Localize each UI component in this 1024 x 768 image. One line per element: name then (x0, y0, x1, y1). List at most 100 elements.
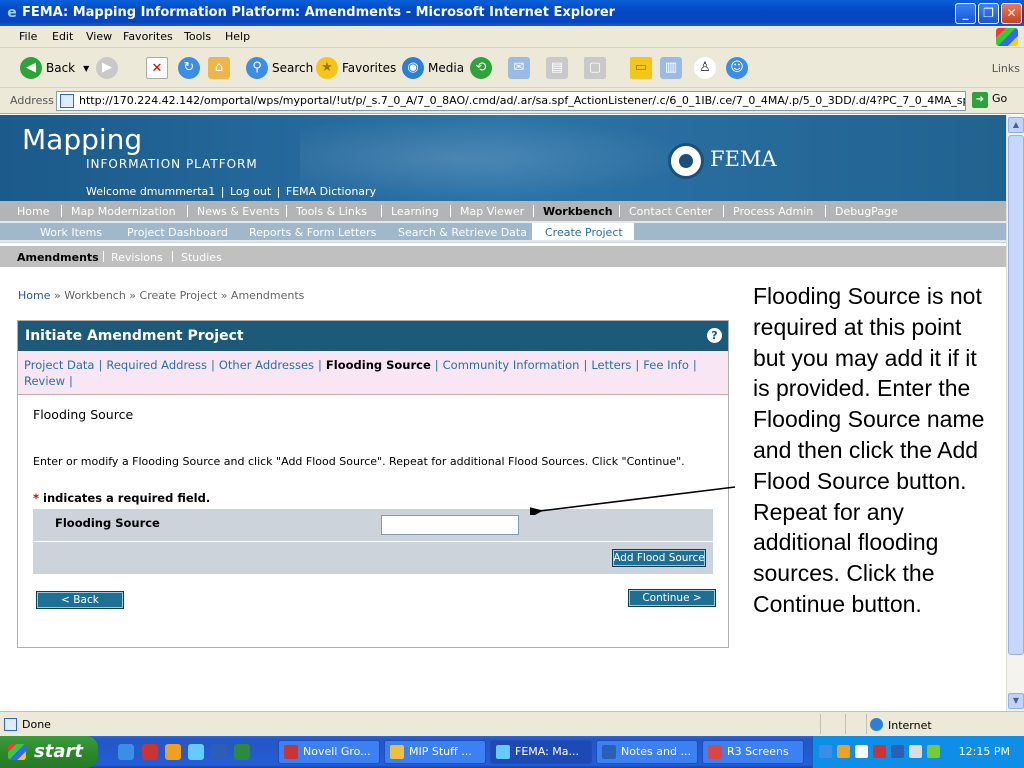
favorites-button[interactable]: ★ Favorites (316, 56, 396, 80)
subnav-work-items[interactable]: Work Items (40, 226, 102, 239)
home-button[interactable]: ⌂ (208, 56, 234, 80)
nav-workbench[interactable]: Workbench (543, 205, 613, 218)
back-button[interactable]: ◀ Back ▼ (20, 56, 89, 80)
back-button-page[interactable]: < Back (36, 591, 124, 609)
refresh-icon: ↻ (178, 57, 200, 79)
tab-studies[interactable]: Studies (181, 251, 222, 264)
close-button[interactable]: ✕ (1001, 3, 1022, 24)
nav-home[interactable]: Home (17, 205, 49, 218)
tray-volume-icon[interactable] (909, 745, 922, 758)
window-titlebar[interactable]: e FEMA: Mapping Information Platform: Am… (0, 0, 1024, 26)
task-fema-browser[interactable]: FEMA: Ma... (490, 740, 592, 764)
tray-network-icon[interactable] (891, 745, 904, 758)
quicklaunch-app-icon[interactable] (142, 744, 158, 760)
history-button[interactable]: ⟲ (470, 56, 496, 80)
quicklaunch-desktop-icon[interactable] (118, 744, 134, 760)
nav-map-viewer[interactable]: Map Viewer (460, 205, 524, 218)
instructions-text: Enter or modify a Flooding Source and cl… (33, 455, 685, 468)
edit-button[interactable]: ▢ (584, 56, 610, 80)
step-other-addresses[interactable]: Other Addresses (219, 358, 314, 372)
tray-expand-icon[interactable] (819, 745, 832, 758)
nav-tools-links[interactable]: Tools & Links (296, 205, 367, 218)
nav-debugpage[interactable]: DebugPage (835, 205, 898, 218)
browser-toolbar: ◀ Back ▼ ▶ ✕ ↻ ⌂ ⚲ Search ★ Favorites ◉ … (0, 48, 1024, 88)
quicklaunch-excel-icon[interactable] (234, 744, 250, 760)
task-mip-stuff[interactable]: MIP Stuff ... (384, 740, 486, 764)
quicklaunch-outlook-icon[interactable] (165, 744, 181, 760)
step-review[interactable]: Review (24, 374, 65, 388)
search-icon: ⚲ (246, 57, 268, 79)
dhs-seal-icon (668, 143, 704, 179)
messenger-button[interactable]: ♙ (694, 56, 720, 80)
help-icon[interactable]: ? (707, 328, 722, 343)
menu-tools[interactable]: Tools (184, 30, 211, 43)
person-icon: ♙ (694, 57, 716, 79)
stop-button[interactable]: ✕ (146, 56, 172, 80)
step-required-address[interactable]: Required Address (106, 358, 207, 372)
scroll-up-icon[interactable]: ▲ (1008, 117, 1024, 133)
chevron-down-icon[interactable]: ▼ (83, 64, 89, 73)
refresh-button[interactable]: ↻ (178, 56, 204, 80)
contacts-button[interactable]: ☺ (726, 56, 752, 80)
tray-app-icon[interactable] (837, 745, 850, 758)
flooding-source-input[interactable] (381, 515, 519, 535)
menu-view[interactable]: View (86, 30, 112, 43)
logout-link[interactable]: Log out (230, 185, 271, 198)
step-fee-info[interactable]: Fee Info (643, 358, 689, 372)
step-letters[interactable]: Letters (591, 358, 631, 372)
media-button[interactable]: ◉ Media (402, 56, 464, 80)
step-flooding-source: Flooding Source (325, 358, 431, 372)
quicklaunch-word-icon[interactable] (211, 744, 227, 760)
task-novell-groupwise[interactable]: Novell Gro... (278, 740, 380, 764)
page-viewport: Mapping INFORMATION PLATFORM FEMA Welcom… (0, 115, 1006, 711)
tray-signal-icon[interactable] (927, 745, 940, 758)
nav-news-events[interactable]: News & Events (197, 205, 280, 218)
nav-process-admin[interactable]: Process Admin (733, 205, 813, 218)
tab-amendments[interactable]: Amendments (17, 251, 99, 264)
mail-button[interactable]: ✉ (508, 56, 534, 80)
menu-bar: File Edit View Favorites Tools Help (0, 26, 1024, 48)
forward-button[interactable]: ▶ (96, 56, 122, 80)
breadcrumb-home[interactable]: Home (18, 289, 50, 302)
page-icon (60, 94, 74, 108)
discuss-button[interactable]: ▭ (630, 56, 656, 80)
add-flood-source-button[interactable]: Add Flood Source (612, 549, 706, 567)
subnav-project-dashboard[interactable]: Project Dashboard (127, 226, 228, 239)
quicklaunch-ie-icon[interactable] (188, 744, 204, 760)
people-icon: ☺ (726, 57, 748, 79)
address-input[interactable]: http://170.224.42.142/omportal/wps/mypor… (56, 91, 966, 111)
menu-help[interactable]: Help (225, 30, 250, 43)
minimize-button[interactable]: _ (955, 3, 976, 24)
step-community-information[interactable]: Community Information (443, 358, 580, 372)
scroll-down-icon[interactable]: ▼ (1008, 693, 1024, 709)
maximize-button[interactable]: ❐ (978, 3, 999, 24)
vertical-scrollbar[interactable]: ▲ ▼ (1006, 115, 1024, 711)
task-r3-screens[interactable]: R3 Screens (702, 740, 804, 764)
nav-contact-center[interactable]: Contact Center (629, 205, 712, 218)
tray-person-icon[interactable] (855, 745, 868, 758)
tab-revisions[interactable]: Revisions (111, 251, 163, 264)
globe-icon (870, 718, 883, 731)
menu-favorites[interactable]: Favorites (123, 30, 173, 43)
nav-map-modernization[interactable]: Map Modernization (71, 205, 176, 218)
subnav-create-project[interactable]: Create Project (545, 226, 623, 239)
search-button[interactable]: ⚲ Search (246, 56, 313, 80)
fema-dictionary-link[interactable]: FEMA Dictionary (286, 185, 376, 198)
step-project-data[interactable]: Project Data (24, 358, 94, 372)
scroll-thumb[interactable] (1008, 135, 1024, 655)
main-nav: Home Map Modernization News & Events Too… (0, 201, 1006, 221)
continue-button[interactable]: Continue > (628, 589, 716, 607)
stop-icon: ✕ (146, 57, 168, 79)
go-button[interactable]: ➜ Go (972, 92, 1007, 108)
links-label[interactable]: Links (992, 62, 1020, 75)
menu-file[interactable]: File (19, 30, 37, 43)
tray-security-icon[interactable] (873, 745, 886, 758)
start-button[interactable]: start (0, 736, 98, 768)
menu-edit[interactable]: Edit (52, 30, 73, 43)
research-button[interactable]: ▥ (660, 56, 686, 80)
task-notes[interactable]: Notes and ... (596, 740, 698, 764)
subnav-search-retrieve-data[interactable]: Search & Retrieve Data (398, 226, 527, 239)
print-button[interactable]: ▤ (546, 56, 572, 80)
subnav-reports-form-letters[interactable]: Reports & Form Letters (249, 226, 376, 239)
nav-learning[interactable]: Learning (391, 205, 439, 218)
